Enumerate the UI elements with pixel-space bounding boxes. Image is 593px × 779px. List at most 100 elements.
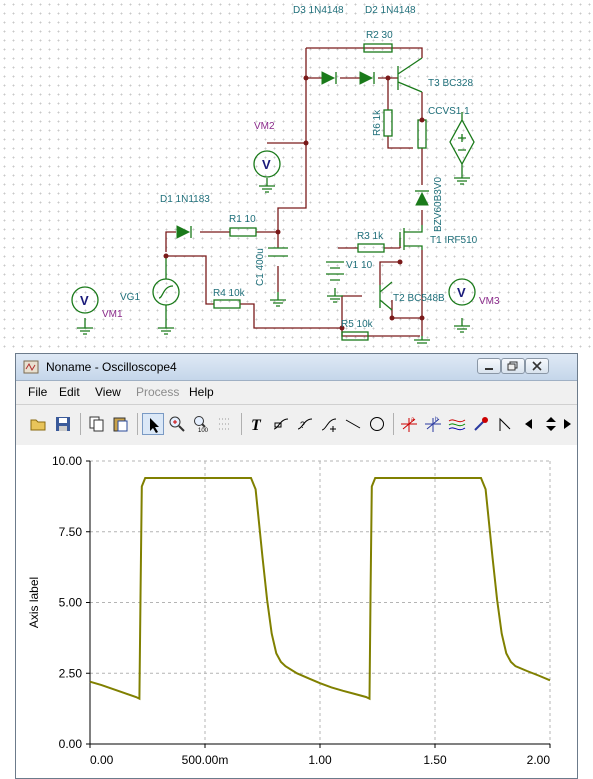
label-zener: BZV60B3V0 [433,177,444,232]
label-t3: T3 BC328 [428,78,473,89]
schematic-drawing: V V V D3 1N4148 D2 1N4148 R2 30 T3 BC328… [71,5,500,344]
step-tool-button[interactable] [494,413,516,435]
select-tool-button[interactable] [142,413,164,435]
pointer-arrow-icon [150,418,159,433]
cursor-b-icon: b [425,417,441,432]
x-tick-label-4: 2.00 [527,753,551,767]
y-tick-label-3: 7.50 [59,525,83,539]
zoom-reset-icon: 100 [194,416,209,433]
label-r1: R1 10 [229,214,256,225]
svg-text:V: V [80,293,89,308]
curve-label-icon [273,418,289,430]
svg-text:T: T [251,417,262,433]
x-tick-label-1: 500.00m [182,753,229,767]
nav-left-button[interactable] [518,413,540,435]
minimize-button[interactable] [477,358,501,374]
close-icon [532,361,542,371]
menu-view[interactable]: View [95,385,121,399]
copy-button[interactable] [86,413,108,435]
menu-edit[interactable]: Edit [59,385,80,399]
label-d2: D2 1N4148 [365,5,416,16]
step-edge-icon [499,417,511,431]
open-button[interactable] [28,413,50,435]
voltmeter-vm2[interactable]: V [253,150,281,178]
text-tool-button[interactable]: T [246,413,268,435]
voltmeter-vm1[interactable]: V [71,286,99,314]
curve-help-button[interactable]: ? [294,413,316,435]
zoom-100-button[interactable]: 100 [190,413,212,435]
save-disk-icon [56,417,70,431]
grid-button[interactable] [214,413,236,435]
x-tick-label-2: 1.00 [308,753,332,767]
close-button[interactable] [525,358,549,374]
label-vm2: VM2 [254,121,275,132]
svg-text:V: V [457,285,466,300]
zoom-in-button[interactable] [166,413,188,435]
y-axis-label: Axis label [27,577,41,628]
open-folder-icon [30,419,46,431]
label-t2: T2 BC548B [393,293,445,304]
circle-icon [370,417,384,431]
triangle-left-icon [525,419,532,429]
label-v1: V1 10 [346,260,373,271]
cursor-a-icon: a [401,417,417,432]
voltmeter-vm3[interactable]: V [448,278,476,306]
curve-fit-button[interactable] [318,413,340,435]
zoom-in-icon [169,416,185,432]
label-r2: R2 30 [366,30,393,41]
oscilloscope-window[interactable]: Noname - Oscilloscope4 File Edit View Pr… [15,353,578,779]
menu-process[interactable]: Process [136,385,179,399]
save-button[interactable] [52,413,74,435]
menu-file[interactable]: File [28,385,47,399]
curve-fit-icon [321,418,337,432]
label-r4: R4 10k [213,288,246,299]
menu-help[interactable]: Help [189,385,214,399]
line-icon [345,419,361,429]
axes [86,460,551,748]
label-vg1: VG1 [120,292,140,303]
dotted-grid-icon [219,418,231,430]
x-tick-label-3: 1.50 [423,753,447,767]
voltage-chart[interactable]: 0.00 2.50 5.00 7.50 10.00 0.00 500.00m 1.00 1.50… [16,445,577,779]
colored-curves-icon [448,419,466,431]
pipette-marker-icon [474,417,488,431]
label-t1: T1 IRF510 [430,235,478,246]
label-d1: D1 1N1183 [160,194,210,205]
minimize-icon [485,368,493,370]
curve-label-button[interactable] [270,413,292,435]
label-r3: R3 1k [357,231,384,242]
y-tick-label-1: 2.50 [59,666,83,680]
triangle-right-icon [564,419,571,429]
restore-button[interactable] [501,358,525,374]
circuit-schematic[interactable]: V V V D3 1N4148 D2 1N4148 R2 30 T3 BC328… [0,0,593,352]
menu-bar: File Edit View Process Help [16,382,577,402]
svg-text:100: 100 [198,428,209,433]
oscilloscope-app-icon [23,360,39,374]
paste-button[interactable] [110,413,132,435]
y-tick-label-4: 10.00 [52,454,82,468]
window-title: Noname - Oscilloscope4 [46,360,177,374]
grid [89,460,551,745]
line-tool-button[interactable] [342,413,364,435]
curve-question-icon: ? [297,418,313,430]
label-vm3: VM3 [479,296,500,307]
curve-color-button[interactable] [446,413,468,435]
marker-button[interactable] [470,413,492,435]
paste-icon [113,417,128,432]
copy-icon [89,416,104,432]
nav-right-button[interactable] [556,413,578,435]
label-r6: R6 1k [372,109,383,136]
label-d3: D3 1N4148 [293,5,344,16]
cursor-b-button[interactable]: b [422,413,444,435]
text-t-icon: T [251,417,262,433]
cursor-a-button[interactable]: a [398,413,420,435]
title-bar[interactable]: Noname - Oscilloscope4 [16,354,577,381]
label-vm1: VM1 [102,309,123,320]
plot-area[interactable]: 0.00 2.50 5.00 7.50 10.00 0.00 500.00m 1.00 1.50… [16,445,577,778]
restore-icon [507,361,518,371]
svg-text:?: ? [300,420,305,430]
ellipse-tool-button[interactable] [366,413,388,435]
y-tick-label-0: 0.00 [59,737,83,751]
toolbar: 100 T ? a b [16,404,577,446]
svg-text:V: V [262,157,271,172]
